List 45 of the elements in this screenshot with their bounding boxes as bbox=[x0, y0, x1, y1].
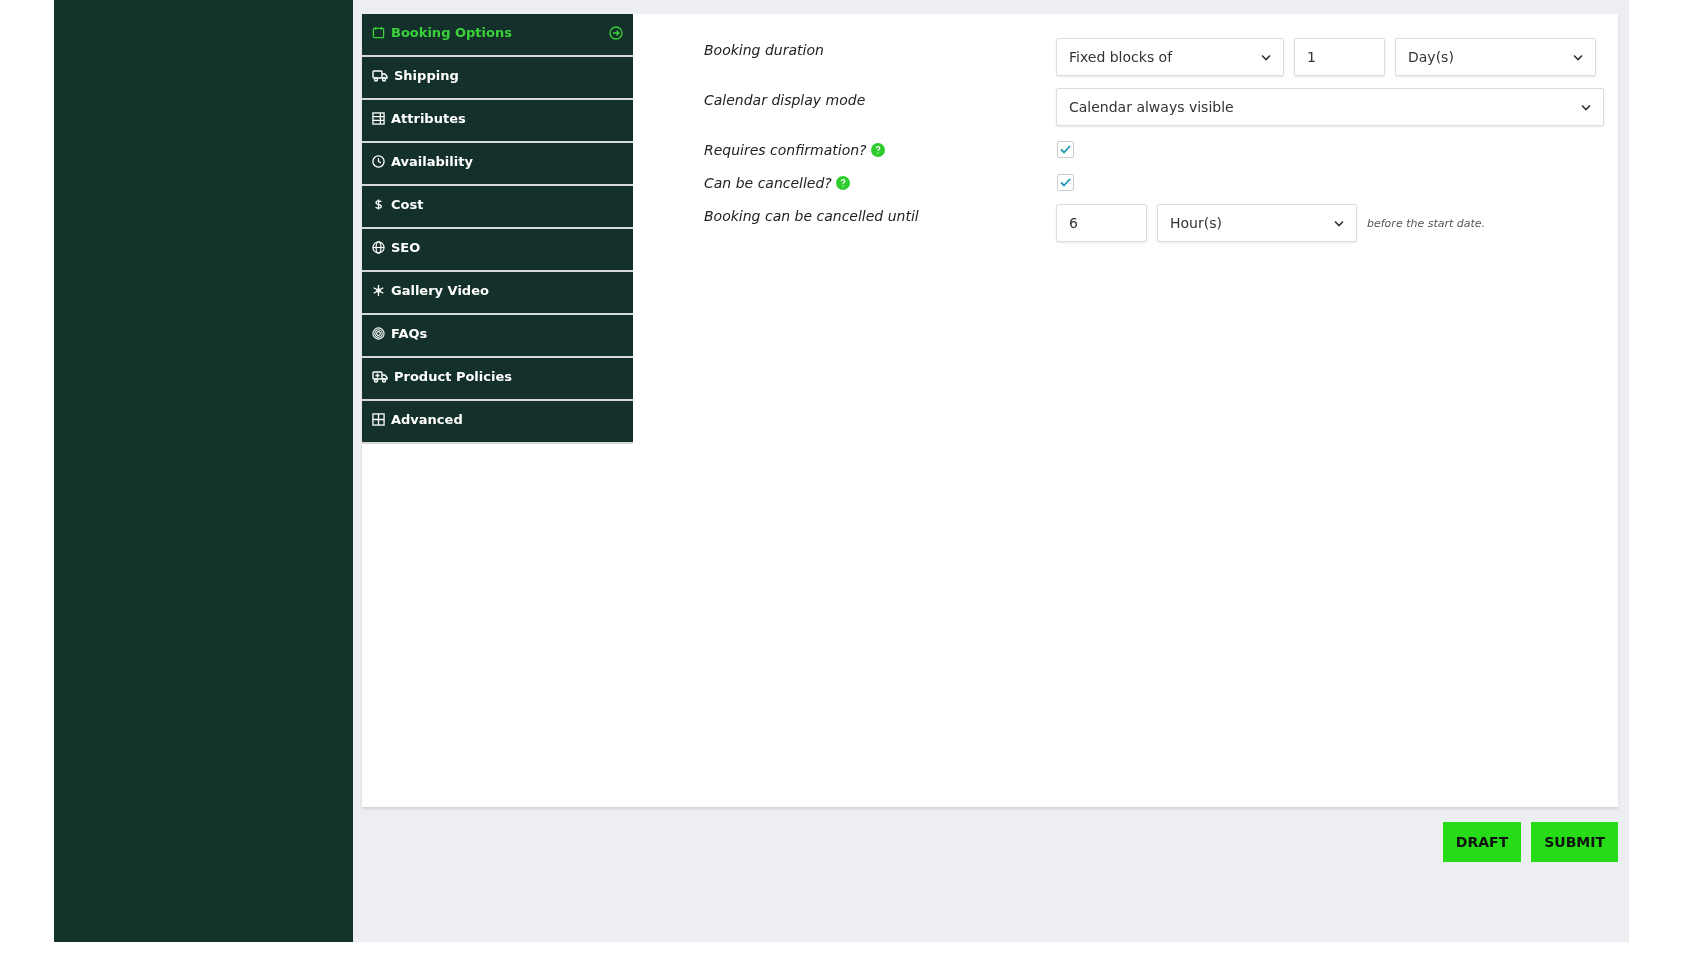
select-field[interactable]: Fixed blocks of bbox=[1056, 38, 1284, 76]
calendar-icon bbox=[372, 26, 385, 39]
checkbox[interactable] bbox=[1057, 174, 1074, 191]
caret-icon bbox=[1261, 53, 1271, 61]
nav-tab[interactable]: Advanced bbox=[362, 401, 633, 444]
help-icon[interactable] bbox=[870, 143, 885, 157]
check-icon bbox=[1060, 145, 1071, 154]
nav-tab[interactable]: Gallery Video bbox=[362, 272, 633, 315]
input-field[interactable]: 1 bbox=[1294, 38, 1385, 76]
field-label: Requires confirmation? bbox=[704, 142, 867, 158]
truck-icon bbox=[372, 69, 388, 82]
nav-tab[interactable]: Booking Options bbox=[362, 14, 633, 57]
check-icon bbox=[1060, 178, 1071, 187]
select-field[interactable]: Day(s) bbox=[1395, 38, 1596, 76]
snowflake-icon bbox=[372, 284, 385, 297]
list-icon bbox=[372, 112, 385, 125]
nav-tab[interactable]: Shipping bbox=[362, 57, 633, 100]
ambulance-icon bbox=[372, 370, 388, 383]
action-button[interactable]: DRAFT bbox=[1442, 822, 1522, 862]
nav-tab[interactable]: FAQs bbox=[362, 315, 633, 358]
nav-tab[interactable]: Attributes bbox=[362, 100, 633, 143]
input-field[interactable]: 6 bbox=[1056, 204, 1147, 242]
nav-tab[interactable]: Availability bbox=[362, 143, 633, 186]
nav-tab[interactable]: Cost bbox=[362, 186, 633, 229]
grid-icon bbox=[372, 413, 385, 426]
target-icon bbox=[372, 327, 385, 340]
field-label: Booking duration bbox=[704, 42, 824, 58]
help-icon[interactable] bbox=[835, 176, 850, 190]
caret-icon bbox=[1581, 103, 1591, 111]
globe-icon bbox=[372, 241, 385, 254]
arrow-circle-icon bbox=[609, 25, 623, 40]
action-button[interactable]: SUBMIT bbox=[1531, 822, 1618, 862]
select-field[interactable]: Hour(s) bbox=[1157, 204, 1357, 242]
nav-tab[interactable]: SEO bbox=[362, 229, 633, 272]
field-label: Can be cancelled? bbox=[704, 175, 832, 191]
hint-text: before the start date. bbox=[1367, 216, 1486, 230]
field-label: Booking can be cancelled until bbox=[704, 208, 919, 224]
checkbox[interactable] bbox=[1057, 141, 1074, 158]
field-label: Calendar display mode bbox=[704, 92, 866, 108]
caret-icon bbox=[1334, 219, 1344, 227]
caret-icon bbox=[1573, 53, 1583, 61]
nav-tab[interactable]: Product Policies bbox=[362, 358, 633, 401]
clock-icon bbox=[372, 155, 385, 168]
select-field[interactable]: Calendar always visible bbox=[1056, 88, 1604, 126]
dollar-icon bbox=[372, 198, 385, 211]
